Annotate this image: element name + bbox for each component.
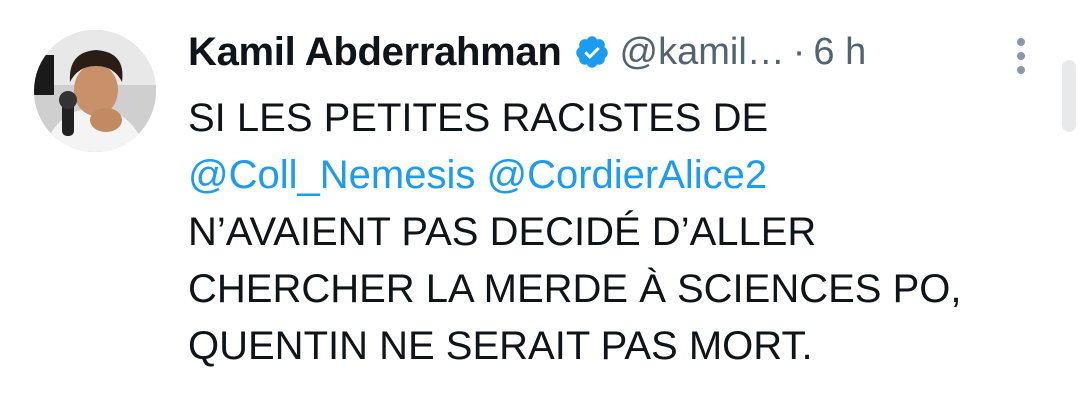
tweet-text: SI LES PETITES RACISTES DE @Coll_Nemesis… <box>188 90 1048 375</box>
tweet-header: Kamil Abderrahman @kamil… · 6 h <box>188 24 866 80</box>
tweet-line: N’AVAIENT PAS DECIDÉ D’ALLER <box>188 210 817 254</box>
tweet-line: QUENTIN NE SERAIT PAS MORT. <box>188 324 813 368</box>
tweet-line: SI LES PETITES RACISTES DE <box>188 96 769 140</box>
verified-badge-icon <box>574 34 610 70</box>
mention-link[interactable]: @CordierAlice2 <box>486 153 767 197</box>
mention-link[interactable]: @Coll_Nemesis <box>188 153 475 197</box>
tweet-card[interactable]: Kamil Abderrahman @kamil… · 6 h SI LES P… <box>0 0 1080 419</box>
author-handle[interactable]: @kamil… <box>620 31 785 74</box>
tweet-time[interactable]: 6 h <box>813 31 866 74</box>
separator-dot: · <box>792 30 806 73</box>
more-options-icon[interactable] <box>1006 36 1036 76</box>
avatar-image <box>34 30 156 152</box>
avatar[interactable] <box>34 30 156 152</box>
tweet-line: CHERCHER LA MERDE À SCIENCES PO, <box>188 267 962 311</box>
author-name[interactable]: Kamil Abderrahman <box>188 30 562 75</box>
tweet-mentions-line: @Coll_Nemesis @CordierAlice2 <box>188 147 1048 204</box>
scrollbar[interactable] <box>1062 60 1076 132</box>
